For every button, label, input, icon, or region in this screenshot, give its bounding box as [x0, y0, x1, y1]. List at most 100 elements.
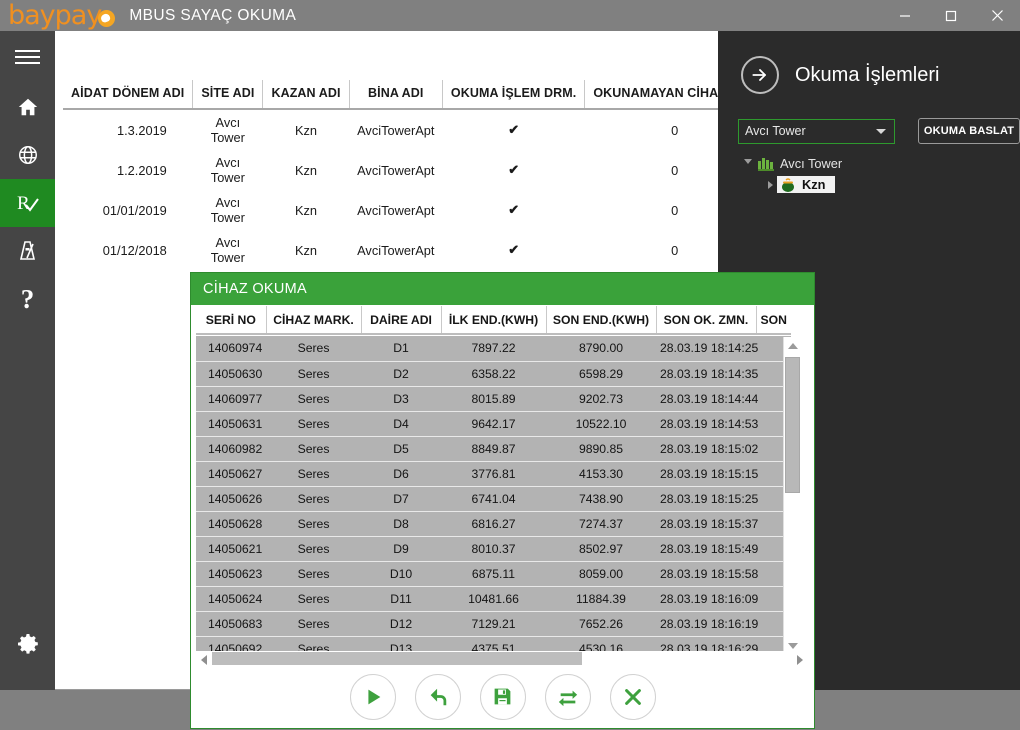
cell-brand: Seres [266, 411, 361, 437]
app-logo: baypay [8, 2, 116, 29]
tree-node-child[interactable]: Kzn [763, 174, 1020, 195]
column-header-first-idx[interactable]: İLK END.(KWH) [441, 306, 547, 334]
cell-last-time: 28.03.19 18:15:25 [656, 486, 758, 512]
app-window: baypay MBUS SAYAÇ OKUMA R ? AİDAT DÖNEM … [0, 0, 1020, 730]
cell-period: 01/01/2019 [102, 202, 167, 218]
undo-button[interactable] [414, 673, 461, 720]
cell-serial: 14050628 [196, 511, 266, 537]
cell-serial: 14050627 [196, 461, 266, 487]
cell-last-time: 28.03.19 18:15:58 [656, 561, 758, 587]
column-header-site[interactable]: SİTE ADI [192, 80, 264, 109]
cell-first-idx: 6875.11 [441, 561, 546, 587]
close-dialog-button[interactable] [609, 673, 656, 720]
cell-serial: 14060982 [196, 436, 266, 462]
device-reading-dialog: CİHAZ OKUMA SERİ NO CİHAZ MARK. DAİRE AD… [190, 272, 815, 729]
column-header-status[interactable]: OKUMA İŞLEM DRM. [442, 80, 586, 109]
sidebar-item-globe[interactable] [0, 131, 55, 179]
cell-building: AvciTowerApt [357, 242, 435, 258]
column-header-period[interactable]: AİDAT DÖNEM ADI [63, 80, 194, 109]
table-row[interactable]: 14050630 Seres D2 6358.22 6598.29 28.03.… [196, 361, 791, 387]
table-row[interactable]: 14060977 Seres D3 8015.89 9202.73 28.03.… [196, 386, 791, 412]
maximize-button[interactable] [928, 0, 974, 31]
cell-last-time: 28.03.19 18:16:19 [656, 611, 758, 637]
cell-boiler: Kzn [295, 162, 318, 178]
vertical-scroll-thumb[interactable] [785, 357, 800, 493]
column-header-serial[interactable]: SERİ NO [196, 306, 267, 334]
save-button[interactable] [479, 673, 526, 720]
cell-site: Avcı Tower [210, 195, 245, 225]
column-header-boiler[interactable]: KAZAN ADI [262, 80, 350, 109]
cell-brand: Seres [266, 461, 361, 487]
site-select[interactable]: Avcı Tower [738, 118, 896, 144]
tree-expander-icon[interactable] [741, 159, 755, 168]
undo-arrow-icon [427, 686, 449, 708]
table-row[interactable]: 14050621 Seres D9 8010.37 8502.97 28.03.… [196, 536, 791, 562]
table-row[interactable]: 14060982 Seres D5 8849.87 9890.85 28.03.… [196, 436, 791, 462]
table-row[interactable]: 14050623 Seres D10 6875.11 8059.00 28.03… [196, 561, 791, 587]
cell-site: Avcı Tower [210, 155, 245, 185]
cell-boiler: Kzn [295, 122, 318, 138]
cell-flat: D9 [361, 536, 441, 562]
tree-node-child-content[interactable]: Kzn [777, 176, 836, 193]
cell-last-time: 28.03.19 18:15:02 [656, 436, 758, 462]
cell-last-idx: 8790.00 [546, 336, 656, 362]
minimize-button[interactable] [882, 0, 928, 31]
cell-last-idx: 8502.97 [546, 536, 656, 562]
cell-boiler: Kzn [295, 202, 318, 218]
cell-first-idx: 6816.27 [441, 511, 546, 537]
close-button[interactable] [974, 0, 1020, 31]
column-header-next-partial[interactable]: SON [756, 306, 791, 334]
play-icon [362, 686, 384, 708]
tree-node-root[interactable]: Avcı Tower [741, 153, 1020, 174]
cell-last-idx: 6598.29 [546, 361, 656, 387]
table-row[interactable]: 14060974 Seres D1 7897.22 8790.00 28.03.… [196, 336, 791, 362]
table-row[interactable]: 01/01/2019 Avcı Tower Kzn AvciTowerApt ✔… [63, 190, 765, 230]
cell-serial: 14050621 [196, 536, 266, 562]
table-row[interactable]: 14050627 Seres D6 3776.81 4153.30 28.03.… [196, 461, 791, 487]
sidebar-item-meter[interactable] [0, 227, 55, 275]
cell-boiler: Kzn [295, 242, 318, 258]
column-header-last-time[interactable]: SON OK. ZMN. [656, 306, 757, 334]
column-header-brand[interactable]: CİHAZ MARK. [266, 306, 362, 334]
column-header-flat[interactable]: DAİRE ADI [361, 306, 442, 334]
table-row[interactable]: 1.3.2019 Avcı Tower Kzn AvciTowerApt ✔ 0 [63, 109, 765, 150]
tree-expander-icon[interactable] [763, 180, 777, 189]
table-row[interactable]: 1.2.2019 Avcı Tower Kzn AvciTowerApt ✔ 0 [63, 150, 765, 190]
table-row[interactable]: 14050631 Seres D4 9642.17 10522.10 28.03… [196, 411, 791, 437]
tree-node-root-content[interactable]: Avcı Tower [755, 155, 852, 172]
cell-serial: 14050626 [196, 486, 266, 512]
column-header-building[interactable]: BİNA ADI [349, 80, 443, 109]
scroll-up-arrow-icon[interactable] [784, 337, 801, 354]
table-row[interactable]: 14050626 Seres D7 6741.04 7438.90 28.03.… [196, 486, 791, 512]
sidebar-item-home[interactable] [0, 83, 55, 131]
refresh-button[interactable] [544, 673, 591, 720]
cell-last-idx: 9202.73 [546, 386, 656, 412]
cell-last-time: 28.03.19 18:14:25 [656, 336, 758, 362]
panel-header: Okuma İşlemleri [718, 31, 1020, 94]
sidebar-item-menu-toggle[interactable] [0, 31, 55, 83]
cell-last-time: 28.03.19 18:14:53 [656, 411, 758, 437]
cell-last-time: 28.03.19 18:15:15 [656, 461, 758, 487]
swap-arrows-icon [557, 686, 579, 708]
table-row[interactable]: 01/12/2018 Avcı Tower Kzn AvciTowerApt ✔… [63, 230, 765, 270]
start-reading-button[interactable]: OKUMA BASLAT [918, 118, 1020, 144]
table-row[interactable]: 14050683 Seres D12 7129.21 7652.26 28.03… [196, 611, 791, 637]
table-row[interactable]: 14050628 Seres D8 6816.27 7274.37 28.03.… [196, 511, 791, 537]
table-row[interactable]: 14050624 Seres D11 10481.66 11884.39 28.… [196, 586, 791, 612]
sidebar-item-settings[interactable] [0, 620, 55, 668]
cell-brand: Seres [266, 586, 361, 612]
close-x-icon [622, 686, 644, 708]
sidebar-item-help[interactable]: ? [0, 275, 55, 323]
period-grid: AİDAT DÖNEM ADI SİTE ADI KAZAN ADI BİNA … [63, 80, 765, 270]
cell-site: Avcı Tower [210, 115, 245, 145]
start-reading-button[interactable] [349, 673, 396, 720]
sidebar-item-reading[interactable]: R [0, 179, 55, 227]
title-bar: baypay MBUS SAYAÇ OKUMA [0, 0, 1020, 31]
dialog-body: SERİ NO CİHAZ MARK. DAİRE ADI İLK END.(K… [191, 305, 814, 697]
dialog-title: CİHAZ OKUMA [191, 273, 814, 305]
device-grid-vertical-scrollbar[interactable] [783, 337, 800, 654]
cell-last-time: 28.03.19 18:14:44 [656, 386, 758, 412]
column-header-last-idx[interactable]: SON END.(KWH) [546, 306, 657, 334]
cell-brand: Seres [266, 561, 361, 587]
tree-node-child-label: Kzn [802, 177, 826, 192]
